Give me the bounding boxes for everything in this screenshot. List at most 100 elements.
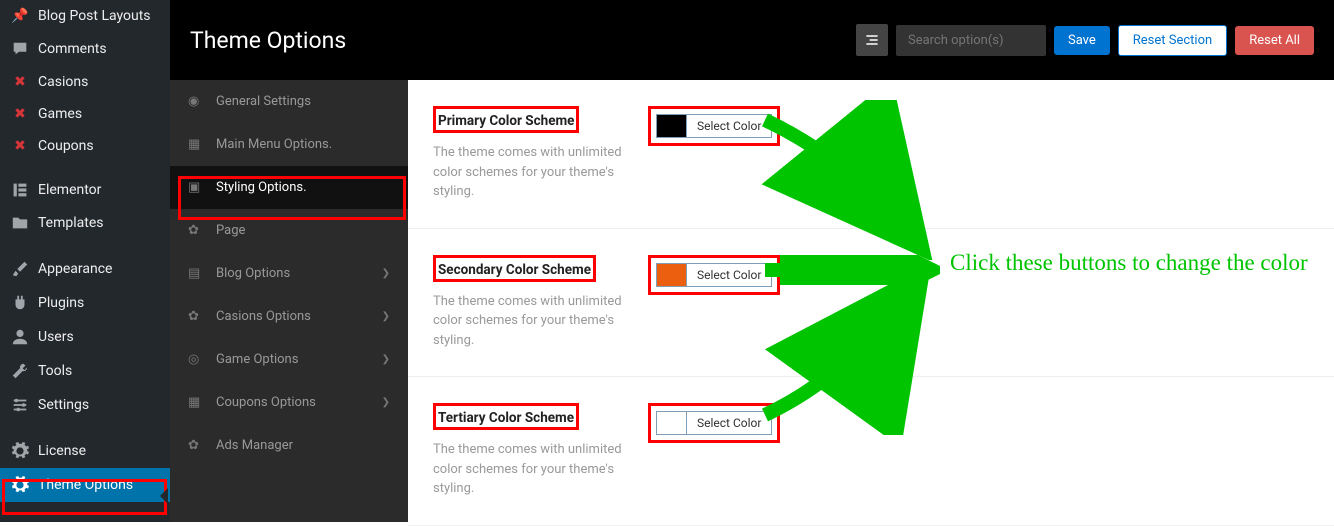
annotation-highlight: Select Color: [648, 106, 780, 146]
news-icon: ▤: [188, 266, 206, 281]
gear-icon: ✿: [188, 223, 206, 238]
sub-label: General Settings: [216, 94, 311, 109]
option-title: Secondary Color Scheme: [438, 262, 591, 278]
page-title: Theme Options: [190, 27, 346, 54]
pushpin-icon: 📌: [10, 8, 30, 24]
sidebar-item-templates[interactable]: Templates: [0, 206, 170, 240]
sub-item-general[interactable]: ◉ General Settings: [170, 80, 408, 123]
sub-label: Coupons Options: [216, 395, 316, 410]
selected-indicator-arrow: [160, 488, 168, 504]
sidebar-label: Elementor: [38, 182, 101, 198]
brush-icon: [10, 260, 30, 278]
gear-icon: [10, 442, 30, 460]
sidebar-label: Comments: [38, 41, 107, 57]
sub-label: Main Menu Options.: [216, 137, 332, 152]
sidebar-item-appearance[interactable]: Appearance: [0, 252, 170, 286]
color-swatch: [657, 412, 687, 434]
sub-item-main-menu[interactable]: ▦ Main Menu Options.: [170, 123, 408, 166]
save-button[interactable]: Save: [1054, 26, 1110, 55]
theme-options-sub-sidebar: ◉ General Settings ▦ Main Menu Options. ▣S…: [170, 80, 408, 522]
chevron-right-icon: ❯: [382, 354, 390, 365]
comment-icon: [10, 40, 30, 58]
color-picker-primary[interactable]: Select Color: [656, 114, 772, 138]
chevron-right-icon: ❯: [382, 311, 390, 322]
sidebar-label: Tools: [38, 363, 72, 379]
annotation-text: Click these buttons to change the color: [950, 250, 1308, 276]
annotation-highlight: Select Color: [648, 403, 780, 443]
sidebar-label: Appearance: [38, 261, 112, 277]
sidebar-item-users[interactable]: Users: [0, 320, 170, 354]
sidebar-item-comments[interactable]: Comments: [0, 32, 170, 66]
sidebar-item-blog-layouts[interactable]: 📌 Blog Post Layouts: [0, 0, 170, 32]
expand-panels-button[interactable]: [856, 24, 888, 56]
option-description: The theme comes with unlimited color sch…: [433, 143, 648, 202]
select-color-label: Select Color: [687, 264, 771, 286]
chevron-right-icon: ❯: [382, 397, 390, 408]
elementor-icon: [10, 182, 30, 198]
sidebar-item-elementor[interactable]: Elementor: [0, 174, 170, 206]
sub-item-styling[interactable]: ▣Styling Options.: [170, 166, 408, 209]
sidebar-label: Blog Post Layouts: [38, 8, 151, 24]
dashboard-icon: ◉: [188, 94, 206, 109]
sub-item-coupons[interactable]: ▦Coupons Options❯: [170, 381, 408, 424]
x-icon: ✖: [10, 106, 30, 122]
color-swatch: [657, 115, 687, 137]
option-title: Primary Color Scheme: [438, 113, 574, 129]
sidebar-item-casions[interactable]: ✖ Casions: [0, 66, 170, 98]
option-row-primary: Primary Color Scheme The theme comes wit…: [408, 80, 1334, 229]
sidebar-label: License: [38, 443, 86, 459]
sidebar-item-tools[interactable]: Tools: [0, 354, 170, 388]
sub-item-blog[interactable]: ▤Blog Options❯: [170, 252, 408, 295]
x-icon: ✖: [10, 138, 30, 154]
sliders-icon: [10, 396, 30, 414]
x-icon: ✖: [10, 74, 30, 90]
sub-label: Game Options: [216, 352, 298, 367]
gear-icon: ✿: [188, 438, 206, 453]
option-title: Tertiary Color Scheme: [438, 410, 574, 426]
sidebar-label: Plugins: [38, 295, 84, 311]
reset-section-button[interactable]: Reset Section: [1118, 25, 1227, 56]
sidebar-label: Settings: [38, 397, 89, 413]
sub-item-game[interactable]: ◎ Game Options ❯: [170, 338, 408, 381]
sidebar-label: Coupons: [38, 138, 94, 154]
sub-item-casions[interactable]: ✿Casions Options❯: [170, 295, 408, 338]
plug-icon: [10, 294, 30, 312]
styling-icon: ▣: [188, 180, 206, 195]
game-icon: ◎: [188, 352, 206, 367]
sidebar-item-license[interactable]: License: [0, 434, 170, 468]
menu-icon: ▦: [188, 137, 206, 152]
sidebar-label: Users: [38, 329, 74, 345]
option-description: The theme comes with unlimited color sch…: [433, 292, 648, 351]
theme-options-header: Theme Options Save Reset Section Reset A…: [170, 0, 1334, 80]
chevron-right-icon: ❯: [382, 268, 390, 279]
color-picker-secondary[interactable]: Select Color: [656, 263, 772, 287]
sidebar-label: Games: [38, 106, 82, 122]
gear-icon: ✿: [188, 309, 206, 324]
annotation-highlight: Tertiary Color Scheme: [433, 403, 579, 430]
sidebar-item-settings[interactable]: Settings: [0, 388, 170, 422]
sidebar-label: Theme Options: [38, 477, 133, 493]
sub-label: Page: [216, 223, 245, 238]
sidebar-item-games[interactable]: ✖ Games: [0, 98, 170, 130]
annotation-highlight: Select Color: [648, 255, 780, 295]
annotation-highlight: Primary Color Scheme: [433, 106, 579, 133]
annotation-highlight: Secondary Color Scheme: [433, 255, 596, 282]
wp-admin-sidebar: 📌 Blog Post Layouts Comments ✖ Casions ✖ Ga…: [0, 0, 170, 522]
color-picker-tertiary[interactable]: Select Color: [656, 411, 772, 435]
sidebar-label: Casions: [38, 74, 88, 90]
sub-item-ads[interactable]: ✿Ads Manager: [170, 424, 408, 467]
reset-all-button[interactable]: Reset All: [1235, 26, 1314, 55]
sidebar-item-coupons[interactable]: ✖ Coupons: [0, 130, 170, 162]
wrench-icon: [10, 362, 30, 380]
folder-icon: [10, 214, 30, 232]
sidebar-item-theme-options[interactable]: Theme Options: [0, 468, 170, 502]
color-swatch: [657, 264, 687, 286]
main-content: Primary Color Scheme The theme comes wit…: [408, 80, 1334, 522]
option-description: The theme comes with unlimited color sch…: [433, 440, 648, 499]
search-input[interactable]: [896, 25, 1046, 56]
select-color-label: Select Color: [687, 115, 771, 137]
sidebar-label: Templates: [38, 215, 104, 231]
sub-item-page[interactable]: ✿ Page: [170, 209, 408, 252]
gear-icon: [10, 476, 30, 494]
sidebar-item-plugins[interactable]: Plugins: [0, 286, 170, 320]
